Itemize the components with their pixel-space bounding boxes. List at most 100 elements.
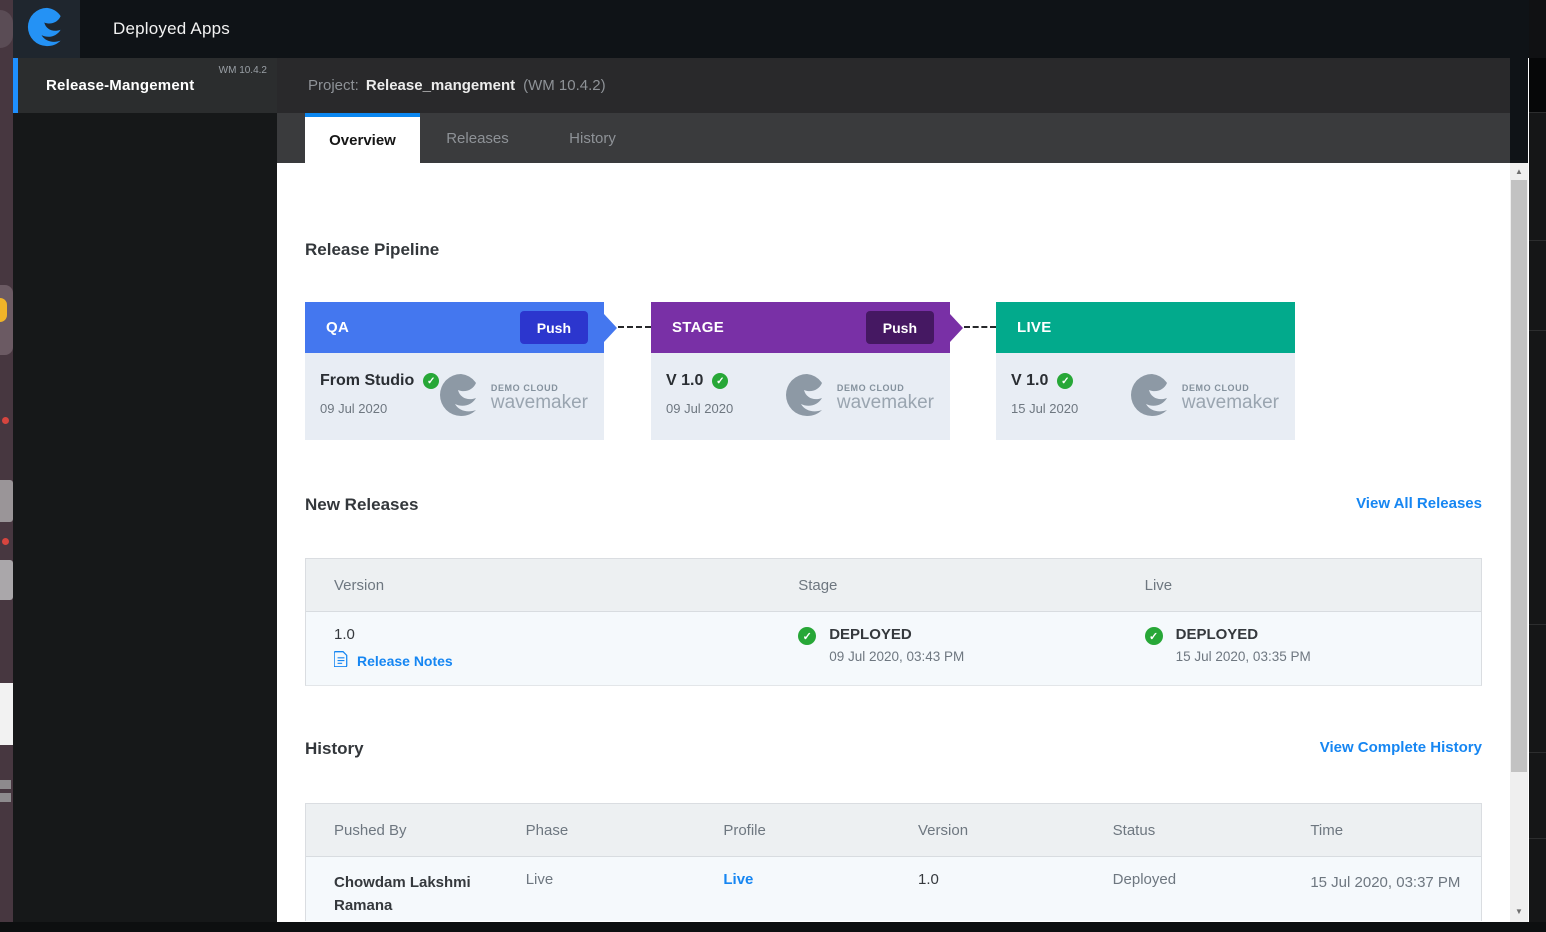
demo-cloud-logo: DEMO CLOUD wavemaker [439, 373, 588, 422]
strip-divider [1529, 240, 1546, 241]
project-label: Project: [308, 77, 359, 94]
strip-divider [1529, 624, 1546, 625]
tab-releases[interactable]: Releases [420, 113, 535, 163]
wavemaker-logo-tile[interactable] [13, 0, 80, 58]
deployed-apps-window: Deployed Apps Release-Mangement WM 10.4.… [0, 0, 1546, 932]
live-stage-header: LIVE [996, 302, 1295, 353]
column-header-profile: Profile [695, 822, 890, 839]
column-header-version: Version [890, 822, 1085, 839]
project-version: (WM 10.4.2) [523, 77, 606, 94]
live-time: 15 Jul 2020, 03:35 PM [1176, 649, 1311, 664]
wavemaker-label: wavemaker [491, 393, 588, 412]
time-cell: 15 Jul 2020, 03:37 PM [1282, 857, 1481, 921]
table-row: 1.0 Release Notes [306, 612, 1481, 685]
main-panel: Project: Release_mangement (WM 10.4.2) O… [277, 58, 1510, 922]
live-stage-name: LIVE [1017, 319, 1052, 336]
pipeline-connector [618, 326, 651, 328]
history-table: Pushed By Phase Profile Version Status T… [305, 803, 1482, 921]
new-releases-table: Version Stage Live 1.0 [305, 558, 1482, 686]
qa-card-body: From Studio ✓ 09 Jul 2020 DEMO CLOUD wav… [305, 353, 604, 440]
new-releases-title: New Releases [305, 495, 418, 515]
demo-cloud-logo: DEMO CLOUD wavemaker [1130, 373, 1279, 422]
column-header-pushed-by: Pushed By [306, 822, 498, 839]
column-header-time: Time [1282, 822, 1481, 839]
view-complete-history-link[interactable]: View Complete History [1320, 739, 1482, 756]
check-circle-icon: ✓ [1145, 627, 1163, 645]
new-releases-table-header: Version Stage Live [306, 559, 1481, 612]
strip-segment [1529, 58, 1546, 112]
stage-arrow-shape [950, 314, 963, 342]
pipeline-card-stage: STAGE Push V 1.0 ✓ 09 Jul 2020 [651, 302, 950, 440]
profile-cell: Live [695, 857, 890, 921]
check-circle-icon: ✓ [712, 373, 728, 389]
top-bar: Deployed Apps [13, 0, 1529, 58]
sidebar-item-project[interactable]: Release-Mangement WM 10.4.2 [13, 58, 277, 113]
check-circle-icon: ✓ [423, 373, 439, 389]
stage-card-body: V 1.0 ✓ 09 Jul 2020 DEMO CLOUD wavemaker [651, 353, 950, 440]
version-cell: 1.0 Release Notes [306, 612, 770, 685]
stage-stage-name: STAGE [672, 319, 724, 336]
window-edge-divider [1528, 58, 1529, 922]
vertical-scrollbar[interactable]: ▲ ▼ [1510, 163, 1528, 922]
release-pipeline-title: Release Pipeline [305, 240, 439, 260]
wavemaker-wave-icon [1130, 373, 1174, 422]
pushed-by-cell: Chowdam Lakshmi Ramana [306, 857, 498, 921]
stage-status: DEPLOYED [829, 626, 964, 643]
check-circle-icon: ✓ [1057, 373, 1073, 389]
sidebar: Release-Mangement WM 10.4.2 [13, 58, 277, 922]
qa-version-label: From Studio [320, 372, 414, 390]
dock-icon-fragment [0, 793, 11, 802]
view-all-releases-link[interactable]: View All Releases [1356, 495, 1482, 512]
dock-icon-fragment [0, 298, 7, 322]
tab-bar: Overview Releases History [277, 113, 1510, 163]
profile-live-link[interactable]: Live [723, 871, 753, 888]
strip-divider [1529, 838, 1546, 839]
strip-divider [1529, 330, 1546, 331]
dock-icon-fragment [0, 780, 11, 789]
stage-deploy-date: 09 Jul 2020 [666, 401, 733, 416]
table-row: Chowdam Lakshmi Ramana Live Live 1.0 Dep… [306, 857, 1481, 921]
version-value: 1.0 [334, 626, 770, 643]
scroll-up-icon[interactable]: ▲ [1510, 163, 1528, 180]
tab-overview[interactable]: Overview [305, 113, 420, 163]
live-status: DEPLOYED [1176, 626, 1311, 643]
column-header-phase: Phase [498, 822, 696, 839]
column-header-status: Status [1085, 822, 1283, 839]
project-name: Release_mangement [366, 77, 515, 94]
pipeline-card-live: LIVE V 1.0 ✓ 15 Jul 2020 [996, 302, 1295, 440]
phase-cell: Live [498, 857, 696, 921]
strip-divider [1529, 752, 1546, 753]
dock-badge-fragment [2, 417, 9, 424]
tab-history[interactable]: History [535, 113, 650, 163]
column-header-version: Version [306, 577, 770, 594]
demo-cloud-logo: DEMO CLOUD wavemaker [785, 373, 934, 422]
check-circle-icon: ✓ [798, 627, 816, 645]
qa-arrow-shape [604, 314, 617, 342]
stage-stage-header: STAGE Push [651, 302, 950, 353]
wavemaker-label: wavemaker [1182, 393, 1279, 412]
history-table-header: Pushed By Phase Profile Version Status T… [306, 804, 1481, 857]
wavemaker-wave-icon [785, 373, 829, 422]
pipeline-card-qa: QA Push From Studio ✓ 09 Jul 2020 [305, 302, 604, 440]
qa-push-button[interactable]: Push [520, 311, 588, 344]
background-window-strip [0, 0, 13, 932]
dock-badge-fragment [2, 538, 9, 545]
sidebar-project-version: WM 10.4.2 [219, 65, 267, 76]
live-version-label: V 1.0 [1011, 372, 1048, 390]
scrollbar-thumb[interactable] [1511, 180, 1527, 772]
column-header-stage: Stage [770, 577, 1116, 594]
version-cell: 1.0 [890, 857, 1085, 921]
sidebar-project-name: Release-Mangement [46, 77, 194, 94]
document-icon [334, 651, 348, 671]
bottom-window-edge [0, 922, 1546, 932]
scroll-down-icon[interactable]: ▼ [1510, 903, 1528, 920]
stage-push-button[interactable]: Push [866, 311, 934, 344]
wavemaker-label: wavemaker [837, 393, 934, 412]
status-cell: Deployed [1085, 857, 1283, 921]
strip-segment [1529, 0, 1546, 58]
strip-divider [1529, 112, 1546, 113]
live-status-cell: ✓ DEPLOYED 15 Jul 2020, 03:35 PM [1117, 612, 1481, 685]
qa-stage-header: QA Push [305, 302, 604, 353]
pipeline-connector [964, 326, 996, 328]
release-notes-link[interactable]: Release Notes [357, 653, 453, 669]
